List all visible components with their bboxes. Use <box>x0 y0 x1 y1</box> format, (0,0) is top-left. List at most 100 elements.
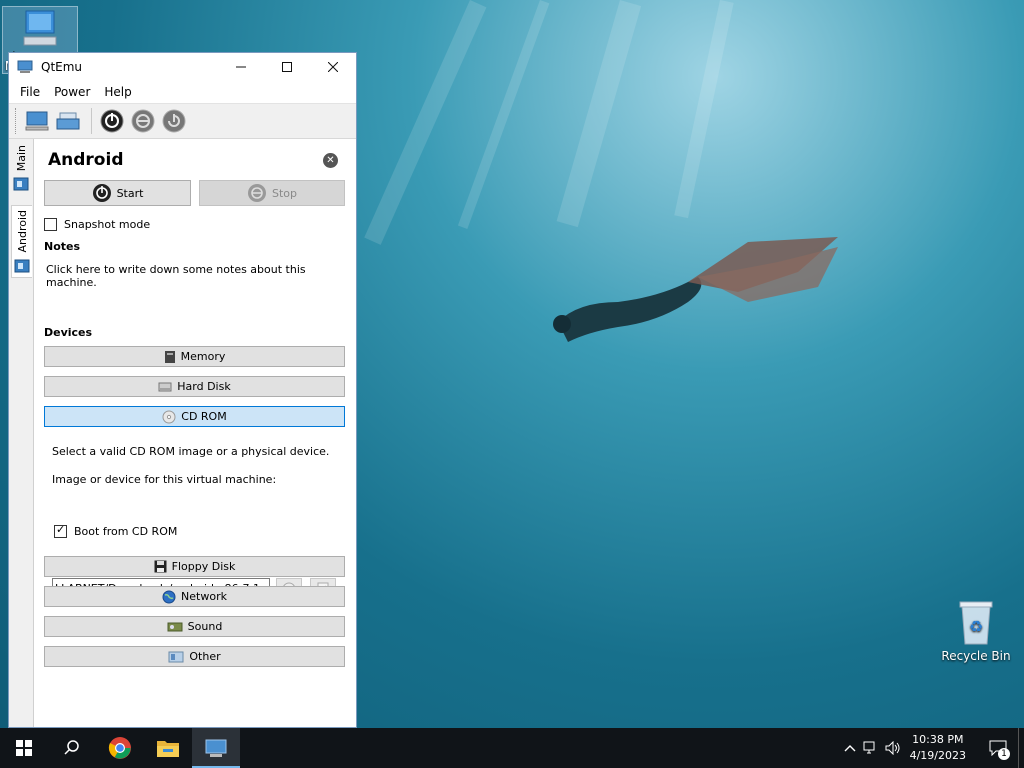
tab-android-label: Android <box>15 210 29 253</box>
action-center-button[interactable]: 1 <box>978 728 1018 768</box>
device-other-button[interactable]: Other <box>44 646 345 667</box>
close-icon <box>328 62 338 72</box>
minimize-button[interactable] <box>218 53 264 81</box>
notes-area[interactable]: Click here to write down some notes abou… <box>46 263 356 289</box>
start-menu-button[interactable] <box>0 728 48 768</box>
new-machine-icon <box>25 111 49 131</box>
chrome-icon <box>108 737 131 759</box>
tab-main-label: Main <box>14 145 28 172</box>
snapshot-mode-checkbox[interactable]: Snapshot mode <box>44 218 150 231</box>
hard-disk-label: Hard Disk <box>177 380 231 393</box>
device-network-button[interactable]: Network <box>44 586 345 607</box>
new-machine-button[interactable] <box>23 107 51 135</box>
device-hard-disk-button[interactable]: Hard Disk <box>44 376 345 397</box>
device-sound-button[interactable]: Sound <box>44 616 345 637</box>
cdrom-instruction: Select a valid CD ROM image or a physica… <box>52 445 330 458</box>
volume-tray-button[interactable] <box>882 741 904 755</box>
power-reset-icon <box>162 109 186 133</box>
machine-panel: Android ✕ Start Stop Snapshot mode Notes… <box>34 139 356 727</box>
menu-power[interactable]: Power <box>47 85 97 99</box>
power-stop-icon <box>131 109 155 133</box>
memory-label: Memory <box>180 350 226 363</box>
light-ray <box>674 0 734 219</box>
globe-icon <box>162 590 176 603</box>
computer-icon <box>23 10 57 46</box>
menu-file[interactable]: File <box>13 85 47 99</box>
taskbar-chrome[interactable] <box>96 728 144 768</box>
recycle-bin-desktop-icon[interactable]: ♻ Recycle Bin <box>940 600 1012 663</box>
clock-date: 4/19/2023 <box>909 749 966 762</box>
machine-name: Android <box>48 150 124 170</box>
floppy-icon <box>154 560 167 573</box>
close-circle-icon: ✕ <box>326 155 335 166</box>
system-tray: 10:38 PM 4/19/2023 1 <box>840 728 1024 768</box>
search-button[interactable] <box>48 728 96 768</box>
close-machine-button[interactable]: ✕ <box>323 153 338 168</box>
toolbar-grip[interactable] <box>15 108 19 134</box>
window-title: QtEmu <box>41 60 83 74</box>
floppy-label: Floppy Disk <box>171 560 236 573</box>
show-desktop-button[interactable] <box>1018 728 1024 768</box>
notification-count: 1 <box>998 748 1010 760</box>
other-label: Other <box>189 650 221 663</box>
folder-icon <box>157 741 179 757</box>
memory-icon <box>164 350 175 363</box>
toolbar-separator <box>91 108 92 134</box>
start-label: Start <box>116 186 144 200</box>
power-stop-button[interactable] <box>129 107 157 135</box>
qtemu-app-icon <box>17 60 33 73</box>
device-cd-rom-button[interactable]: CD ROM <box>44 406 345 427</box>
power-reset-button[interactable] <box>160 107 188 135</box>
title-bar[interactable]: QtEmu <box>9 53 356 81</box>
network-tray-button[interactable] <box>860 741 882 755</box>
maximize-icon <box>282 62 292 72</box>
volume-icon <box>885 741 900 755</box>
recycle-bin-icon: ♻ <box>959 601 993 645</box>
power-stop-icon <box>247 184 266 202</box>
device-floppy-button[interactable]: Floppy Disk <box>44 556 345 577</box>
network-label: Network <box>181 590 227 603</box>
cd-rom-label: CD ROM <box>181 410 227 423</box>
search-icon <box>64 740 79 755</box>
start-button[interactable]: Start <box>44 180 191 206</box>
power-start-button[interactable] <box>98 107 126 135</box>
sound-card-icon <box>167 622 183 631</box>
taskbar-file-explorer[interactable] <box>144 728 192 768</box>
stop-label: Stop <box>271 186 297 200</box>
tab-android[interactable]: Android <box>11 205 32 278</box>
settings-machine-button[interactable] <box>54 107 82 135</box>
sound-label: Sound <box>187 620 223 633</box>
toolbar <box>9 103 356 139</box>
close-button[interactable] <box>310 53 356 81</box>
stop-button[interactable]: Stop <box>199 180 345 206</box>
hard-disk-icon <box>158 382 172 391</box>
main-tab-icon <box>13 177 29 191</box>
chevron-up-icon <box>844 745 856 752</box>
snapshot-checkbox-box[interactable] <box>44 218 57 231</box>
clock-time: 10:38 PM <box>912 733 964 746</box>
tab-main[interactable]: Main <box>11 145 31 191</box>
machine-settings-icon <box>56 112 80 130</box>
boot-from-cdrom-checkbox[interactable]: Boot from CD ROM <box>54 523 177 538</box>
show-hidden-icons-button[interactable] <box>840 744 860 752</box>
qtemu-window: QtEmu File Power Help Main Android Andro… <box>8 52 357 728</box>
menu-help[interactable]: Help <box>97 85 138 99</box>
device-memory-button[interactable]: Memory <box>44 346 345 367</box>
power-on-icon <box>92 184 111 202</box>
other-device-icon <box>168 651 184 662</box>
clock[interactable]: 10:38 PM 4/19/2023 <box>910 732 966 764</box>
menu-bar: File Power Help <box>9 81 356 103</box>
svg-text:♻: ♻ <box>969 617 983 636</box>
devices-heading: Devices <box>44 326 93 339</box>
boot-checkbox-box[interactable] <box>54 523 67 538</box>
power-on-icon <box>100 109 124 133</box>
android-tab-icon <box>14 259 30 273</box>
windows-logo-icon <box>16 740 32 756</box>
machine-tab-bar: Main Android <box>9 139 34 727</box>
maximize-button[interactable] <box>264 53 310 81</box>
cd-rom-icon <box>162 410 176 423</box>
taskbar-qtemu[interactable] <box>192 728 240 768</box>
recycle-bin-label: Recycle Bin <box>941 649 1011 663</box>
light-ray <box>556 0 642 228</box>
diver-image <box>553 237 838 342</box>
